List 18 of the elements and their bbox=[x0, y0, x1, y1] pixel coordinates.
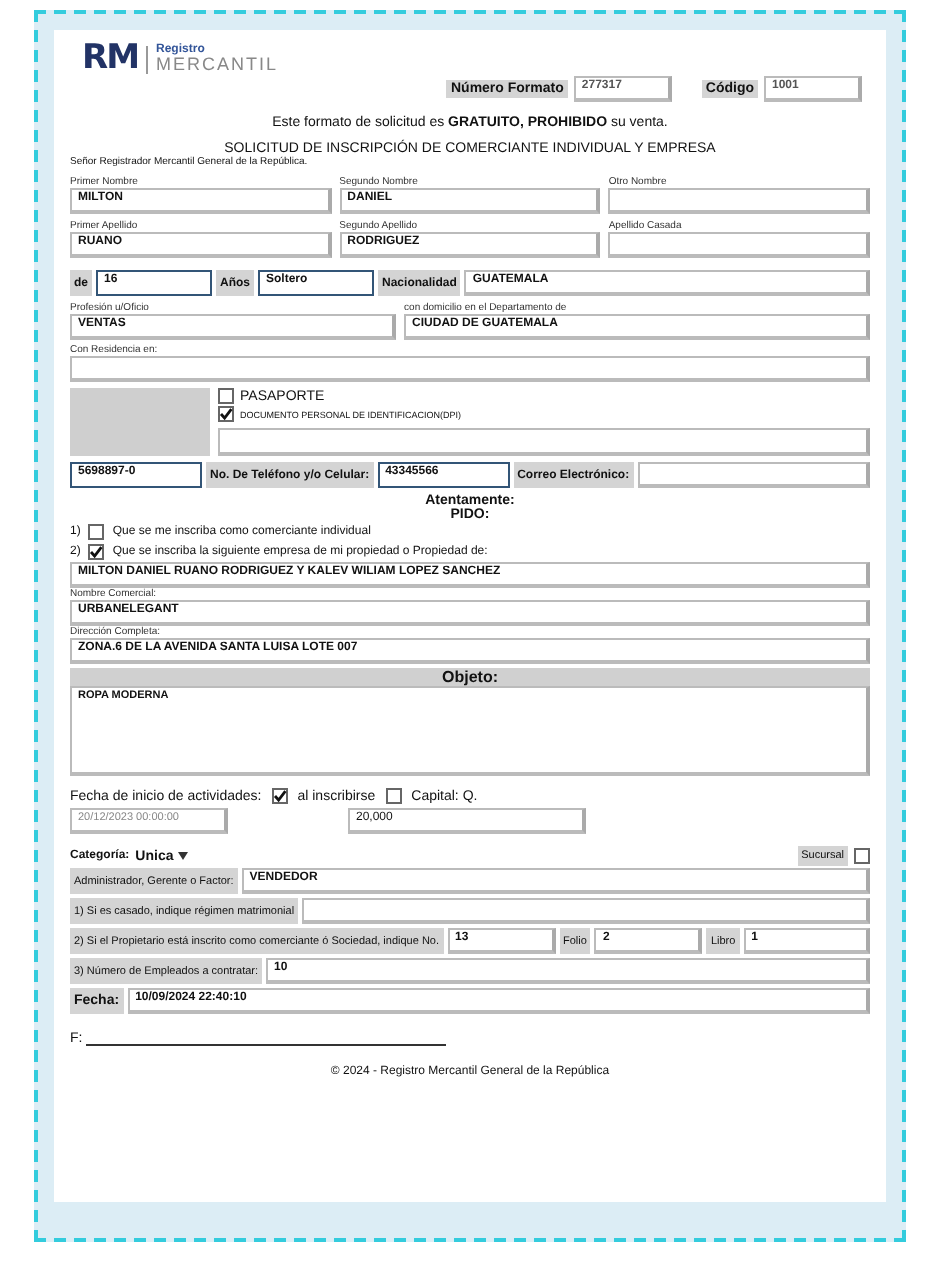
photo-placeholder bbox=[70, 388, 210, 456]
checkbox[interactable] bbox=[218, 388, 234, 404]
input-field[interactable] bbox=[218, 428, 870, 456]
logo-mark: RM bbox=[82, 42, 139, 76]
checked-checkbox[interactable] bbox=[88, 544, 105, 560]
input-field[interactable] bbox=[608, 232, 870, 258]
input-field[interactable] bbox=[637, 462, 870, 488]
checked-checkbox[interactable] bbox=[271, 788, 288, 804]
checkbox[interactable] bbox=[88, 524, 105, 540]
section-header: Objeto: bbox=[70, 668, 870, 686]
logo-text: MERCANTIL bbox=[156, 56, 279, 74]
input-field[interactable] bbox=[608, 188, 870, 214]
caret-icon bbox=[177, 852, 188, 860]
input-field[interactable] bbox=[70, 356, 870, 382]
checked-checkbox[interactable] bbox=[218, 406, 234, 422]
checkbox[interactable] bbox=[385, 788, 402, 804]
input-field[interactable] bbox=[302, 898, 870, 924]
checkbox[interactable] bbox=[854, 848, 870, 864]
